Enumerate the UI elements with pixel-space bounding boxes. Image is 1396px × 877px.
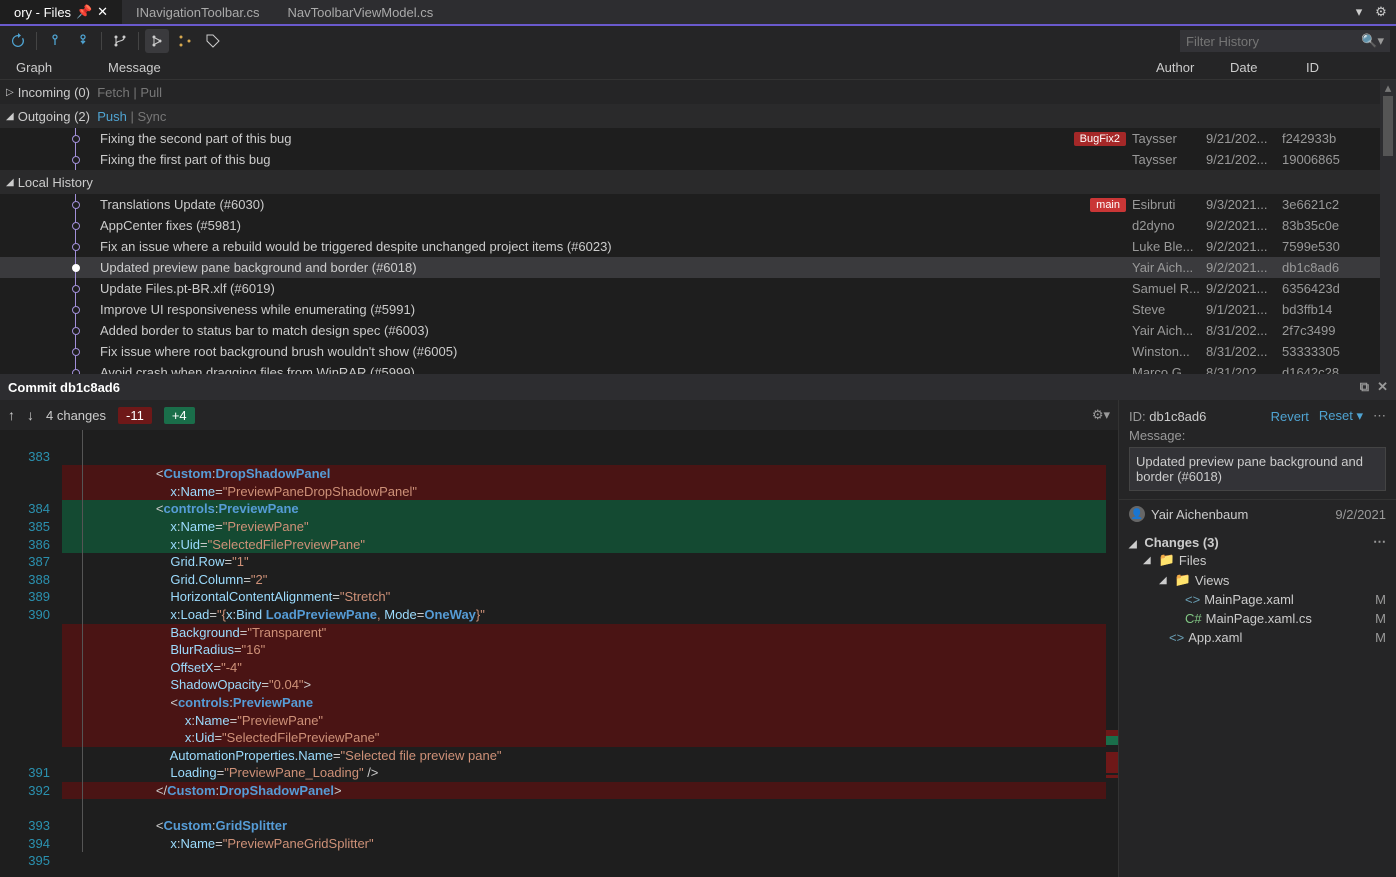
col-date: Date: [1222, 60, 1298, 75]
scrollbar[interactable]: ▴: [1380, 80, 1396, 374]
commit-message: Updated preview pane background and bord…: [1129, 447, 1386, 491]
avatar: 👤: [1129, 506, 1145, 522]
col-id: ID: [1298, 60, 1380, 75]
additions-badge: +4: [164, 407, 195, 424]
tab-label: INavigationToolbar.cs: [136, 5, 260, 20]
commit-row[interactable]: Update Files.pt-BR.xlf (#6019) Samuel R.…: [0, 278, 1380, 299]
history-columns: Graph Message Author Date ID: [0, 56, 1396, 80]
more-icon[interactable]: ⋯: [1373, 534, 1386, 550]
minimap[interactable]: [1106, 430, 1118, 877]
folder-icon: 📁: [1159, 552, 1175, 568]
incoming-label: Incoming (0): [18, 85, 90, 100]
code-diff[interactable]: 383384385386387388389390391392393394395 …: [0, 430, 1118, 877]
commit-row[interactable]: Added border to status bar to match desi…: [0, 320, 1380, 341]
layout-icon[interactable]: ⧉: [1360, 379, 1369, 395]
diff-area: ↑ ↓ 4 changes -11 +4 ⚙▾ 3833843853863873…: [0, 400, 1396, 877]
tag-button[interactable]: [201, 29, 225, 53]
commit-row[interactable]: Avoid crash when dragging files from Win…: [0, 362, 1380, 374]
sync-link[interactable]: Sync: [137, 109, 166, 124]
graph-view-button[interactable]: [145, 29, 169, 53]
tree-file[interactable]: <>MainPage.xamlM: [1129, 590, 1386, 609]
col-message: Message: [100, 60, 1148, 75]
commit-author-row: 👤 Yair Aichenbaum 9/2/2021: [1119, 500, 1396, 528]
commit-row[interactable]: Fixing the second part of this bug BugFi…: [0, 128, 1380, 149]
close-icon[interactable]: ✕: [97, 4, 108, 20]
close-icon[interactable]: ✕: [1377, 379, 1388, 395]
diff-toolbar: ↑ ↓ 4 changes -11 +4 ⚙▾: [0, 400, 1118, 430]
tab-label: ory - Files: [14, 5, 71, 20]
revert-button[interactable]: Revert: [1271, 409, 1309, 424]
pull-button[interactable]: [71, 29, 95, 53]
commit-title: Commit db1c8ad6: [8, 380, 120, 395]
xaml-icon: <>: [1185, 592, 1200, 607]
branch-badge: BugFix2: [1074, 132, 1126, 146]
pin-icon[interactable]: 📌: [77, 5, 91, 19]
commit-row[interactable]: Fix an issue where a rebuild would be tr…: [0, 236, 1380, 257]
author-name: Yair Aichenbaum: [1151, 507, 1248, 522]
tab-file[interactable]: INavigationToolbar.cs: [122, 0, 274, 24]
gear-icon[interactable]: ⚙▾: [1092, 407, 1110, 423]
tree-file[interactable]: <>App.xamlM: [1129, 628, 1386, 647]
commit-row[interactable]: Fixing the first part of this bug Taysse…: [0, 149, 1380, 170]
tree-folder[interactable]: ◢📁Views: [1129, 570, 1386, 590]
outgoing-section[interactable]: ◢ Outgoing (2) Push | Sync: [0, 104, 1380, 128]
gear-icon[interactable]: ⚙: [1374, 5, 1388, 19]
branch-badge: main: [1090, 198, 1126, 212]
tab-active[interactable]: ory - Files 📌 ✕: [0, 0, 122, 24]
filter-history-box[interactable]: 🔍▾: [1180, 30, 1390, 52]
reset-button[interactable]: Reset ▾: [1319, 408, 1363, 424]
commit-header: Commit db1c8ad6 ⧉ ✕: [0, 374, 1396, 400]
tab-label: NavToolbarViewModel.cs: [288, 5, 434, 20]
diff-viewer: ↑ ↓ 4 changes -11 +4 ⚙▾ 3833843853863873…: [0, 400, 1118, 877]
commit-row[interactable]: AppCenter fixes (#5981) d2dyno9/2/2021..…: [0, 215, 1380, 236]
tree-file[interactable]: C#MainPage.xaml.csM: [1129, 609, 1386, 628]
filter-input[interactable]: [1186, 34, 1346, 49]
more-icon[interactable]: ⋯: [1373, 408, 1386, 424]
id-label: ID:: [1129, 409, 1146, 424]
deletions-badge: -11: [118, 407, 152, 424]
commit-row[interactable]: Fix issue where root background brush wo…: [0, 341, 1380, 362]
push-link[interactable]: Push: [97, 109, 127, 124]
fetch-button[interactable]: [43, 29, 67, 53]
merge-button[interactable]: [173, 29, 197, 53]
folder-icon: 📁: [1175, 572, 1191, 588]
expand-icon[interactable]: ▷: [6, 87, 14, 98]
xaml-icon: <>: [1169, 630, 1184, 645]
col-graph: Graph: [8, 60, 100, 75]
search-icon[interactable]: 🔍▾: [1361, 33, 1384, 49]
local-history-section[interactable]: ◢ Local History: [0, 170, 1380, 194]
collapse-icon[interactable]: ◢: [6, 111, 14, 122]
commit-row[interactable]: Improve UI responsiveness while enumerat…: [0, 299, 1380, 320]
code-lines: <Custom:DropShadowPanel x:Name="PreviewP…: [62, 430, 1106, 877]
commit-row[interactable]: Updated preview pane background and bord…: [0, 257, 1380, 278]
commit-details-panel: ID: db1c8ad6 Revert Reset ▾ ⋯ Message: U…: [1118, 400, 1396, 877]
editor-tabs: ory - Files 📌 ✕ INavigationToolbar.cs Na…: [0, 0, 1396, 26]
prev-change-button[interactable]: ↑: [8, 407, 15, 423]
pull-link[interactable]: Pull: [140, 85, 162, 100]
commit-row[interactable]: Translations Update (#6030) main Esibrut…: [0, 194, 1380, 215]
history-panel: ▷ Incoming (0) Fetch | Pull ◢ Outgoing (…: [0, 80, 1396, 374]
col-author: Author: [1148, 60, 1222, 75]
incoming-section[interactable]: ▷ Incoming (0) Fetch | Pull: [0, 80, 1380, 104]
dropdown-icon[interactable]: ▾: [1352, 5, 1366, 19]
history-toolbar: 🔍▾: [0, 26, 1396, 56]
changes-count: 4 changes: [46, 408, 106, 423]
collapse-icon[interactable]: ◢: [6, 177, 14, 188]
author-date: 9/2/2021: [1335, 507, 1386, 522]
changes-tree: ◢ Changes (3) ⋯ ◢📁Files ◢📁Views <>MainPa…: [1119, 528, 1396, 653]
fetch-link[interactable]: Fetch: [97, 85, 130, 100]
commit-id: db1c8ad6: [1149, 409, 1206, 424]
branch-button[interactable]: [108, 29, 132, 53]
tab-file[interactable]: NavToolbarViewModel.cs: [274, 0, 448, 24]
refresh-button[interactable]: [6, 29, 30, 53]
local-history-label: Local History: [18, 175, 93, 190]
tree-folder[interactable]: ◢📁Files: [1129, 550, 1386, 570]
msg-label: Message:: [1129, 428, 1386, 443]
line-gutter: 383384385386387388389390391392393394395: [0, 430, 62, 877]
changes-header[interactable]: Changes (3): [1144, 535, 1218, 550]
next-change-button[interactable]: ↓: [27, 407, 34, 423]
csharp-icon: C#: [1185, 611, 1202, 626]
outgoing-label: Outgoing (2): [18, 109, 90, 124]
